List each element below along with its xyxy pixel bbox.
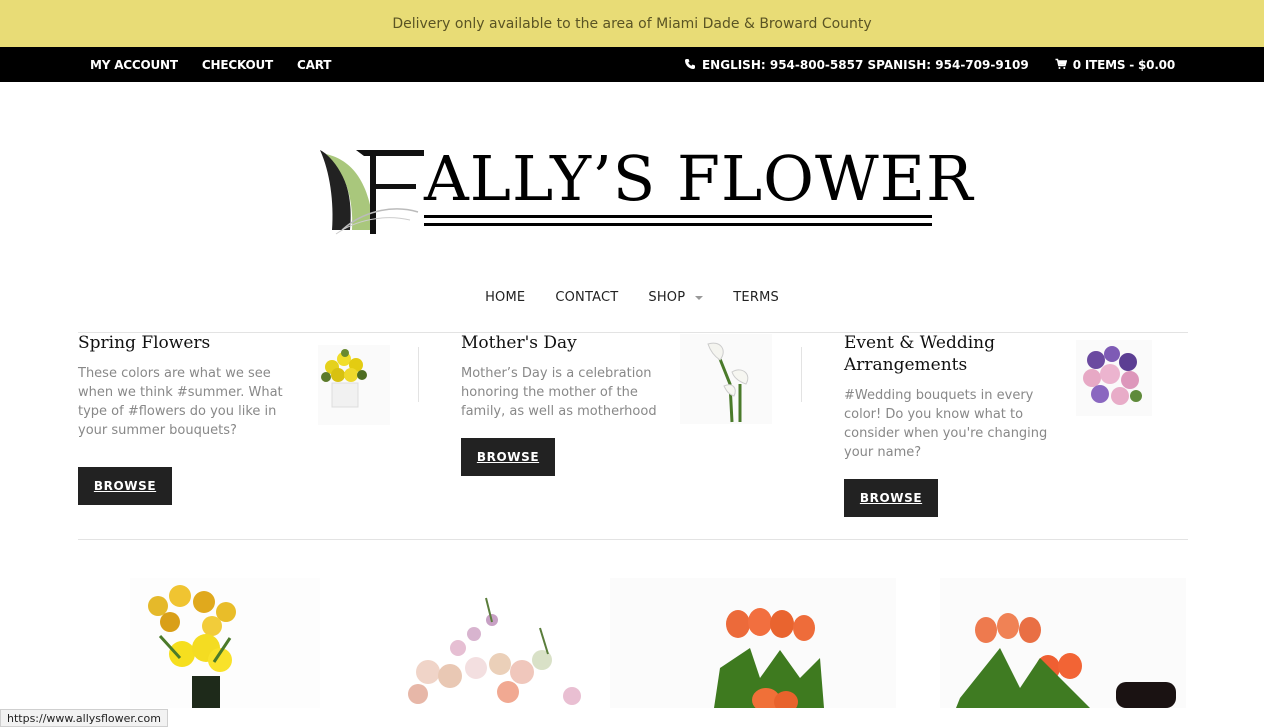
nav-contact[interactable]: CONTACT bbox=[555, 290, 618, 305]
my-account-link[interactable]: MY ACCOUNT bbox=[90, 58, 178, 72]
category-separator bbox=[418, 347, 419, 402]
spring-flowers-thumbnail[interactable] bbox=[318, 345, 390, 425]
logo-underline-bottom bbox=[424, 223, 932, 226]
top-utility-bar: MY ACCOUNT CHECKOUT CART ENGLISH: 954-80… bbox=[0, 47, 1264, 82]
site-logo[interactable]: ALLY’S FLOWER bbox=[312, 142, 973, 237]
logo-wordmark: ALLY’S FLOWER bbox=[424, 142, 974, 215]
logo-underline-top bbox=[424, 215, 932, 218]
category-description: Mother’s Day is a celebration honoring t… bbox=[461, 366, 657, 419]
category-title: Event & Wedding Arrangements bbox=[844, 333, 995, 375]
nav-terms[interactable]: TERMS bbox=[733, 290, 779, 305]
cart-summary-text: 0 ITEMS - $0.00 bbox=[1072, 57, 1175, 72]
mini-cart-link[interactable]: 0 ITEMS - $0.00 bbox=[1055, 58, 1175, 72]
section-divider-bottom bbox=[78, 539, 1188, 540]
product-image-pastel-bouquet[interactable] bbox=[388, 578, 610, 708]
browse-button[interactable]: BROWSE bbox=[461, 438, 555, 476]
main-navigation: HOME CONTACT SHOP TERMS bbox=[0, 290, 1264, 305]
product-image-orange-roses[interactable] bbox=[610, 578, 896, 708]
checkout-link[interactable]: CHECKOUT bbox=[202, 58, 273, 72]
browse-button[interactable]: BROWSE bbox=[78, 467, 172, 505]
mothers-day-thumbnail[interactable] bbox=[680, 334, 772, 424]
cart-link[interactable]: CART bbox=[297, 58, 331, 72]
cart-icon bbox=[1055, 58, 1067, 69]
nav-shop[interactable]: SHOP bbox=[648, 290, 704, 305]
chevron-down-icon bbox=[695, 295, 704, 300]
browse-button[interactable]: BROWSE bbox=[844, 479, 938, 517]
category-description: These colors are what we see when we thi… bbox=[78, 366, 283, 438]
nav-home[interactable]: HOME bbox=[485, 290, 525, 305]
account-links: MY ACCOUNT CHECKOUT CART bbox=[90, 47, 331, 82]
nav-shop-label: SHOP bbox=[648, 290, 686, 305]
delivery-notice-text: Delivery only available to the area of M… bbox=[392, 15, 872, 32]
phone-icon bbox=[684, 58, 695, 69]
browser-status-url: https://www.allysflower.com bbox=[0, 709, 168, 727]
logo-emblem-icon bbox=[320, 150, 424, 235]
event-wedding-thumbnail[interactable] bbox=[1076, 340, 1152, 416]
phone-text: ENGLISH: 954-800-5857 SPANISH: 954-709-9… bbox=[701, 57, 1029, 72]
contact-and-cart: ENGLISH: 954-800-5857 SPANISH: 954-709-9… bbox=[684, 47, 1175, 82]
delivery-notice-bar: Delivery only available to the area of M… bbox=[0, 0, 1264, 47]
product-image-yellow-roses[interactable] bbox=[130, 578, 320, 708]
category-separator bbox=[801, 347, 802, 402]
phone-numbers: ENGLISH: 954-800-5857 SPANISH: 954-709-9… bbox=[684, 58, 1029, 72]
product-image-orange-roses-box[interactable] bbox=[940, 578, 1186, 708]
category-description: #Wedding bouquets in every color! Do you… bbox=[844, 388, 1048, 460]
